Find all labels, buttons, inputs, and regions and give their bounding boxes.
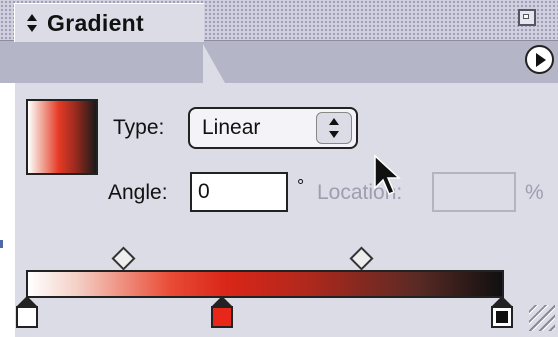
degree-symbol: ° <box>297 176 305 196</box>
stop-color-box <box>211 306 233 328</box>
type-select[interactable]: Linear <box>188 107 358 149</box>
tab-strip <box>0 41 558 83</box>
gradient-ramp-bar[interactable] <box>26 270 504 298</box>
resize-grip-icon[interactable] <box>529 305 555 331</box>
stop-color-box <box>491 306 513 328</box>
tab-slant <box>203 44 225 83</box>
stop-pointer-icon <box>17 296 37 306</box>
gradient-stop-black[interactable] <box>491 296 513 332</box>
edge-mark <box>0 240 3 248</box>
tab-gradient-label: Gradient <box>47 9 144 36</box>
angle-input[interactable] <box>190 172 288 212</box>
angle-label: Angle: <box>108 181 168 204</box>
type-select-value: Linear <box>202 116 261 139</box>
stop-color-box <box>16 306 38 328</box>
location-input[interactable] <box>432 172 516 212</box>
gradient-preview-swatch[interactable] <box>26 99 98 175</box>
up-down-arrows-icon[interactable] <box>316 112 352 144</box>
gradient-stop-red[interactable] <box>211 296 233 332</box>
type-label: Type: <box>113 116 165 139</box>
stop-pointer-icon <box>492 296 512 306</box>
tab-gradient[interactable]: Gradient <box>14 3 204 42</box>
stop-pointer-icon <box>212 296 232 306</box>
palette-menu-button[interactable] <box>525 45 554 74</box>
zoom-box-icon[interactable] <box>518 9 536 26</box>
up-down-arrows-icon[interactable] <box>25 12 39 34</box>
gradient-stop-white[interactable] <box>16 296 38 332</box>
percent-symbol: % <box>525 181 544 204</box>
mouse-pointer-icon <box>374 154 401 195</box>
